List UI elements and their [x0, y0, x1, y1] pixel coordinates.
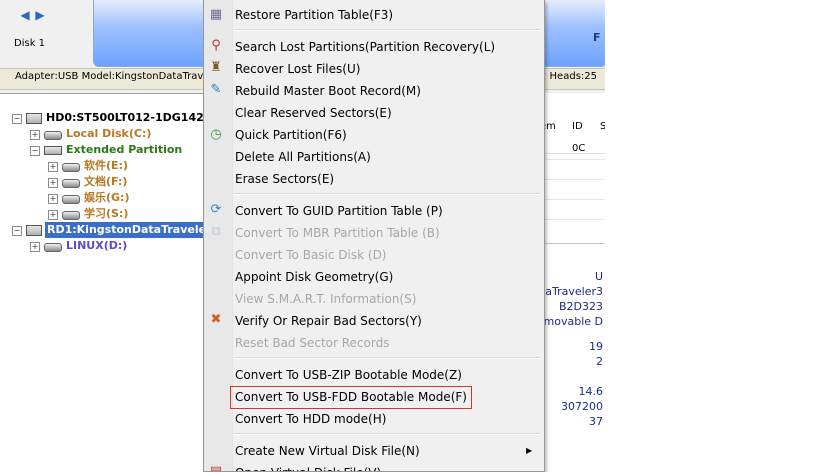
menu-appoint-disk-geometry[interactable]: Appoint Disk Geometry(G) — [235, 267, 393, 287]
annotation-highlight-box — [230, 386, 472, 409]
quick-partition-icon: ◷ — [210, 127, 222, 142]
grid-line — [540, 179, 605, 180]
menu-separator — [234, 29, 540, 31]
hard-disk-icon — [26, 113, 42, 124]
menu-search-lost-partitions[interactable]: Search Lost Partitions(Partition Recover… — [235, 37, 495, 57]
menu-separator — [234, 357, 540, 359]
menu-convert-usb-zip[interactable]: Convert To USB-ZIP Bootable Mode(Z) — [235, 365, 462, 385]
expand-toggle[interactable]: + — [48, 162, 58, 172]
partition-icon — [44, 131, 62, 140]
detail-value: 14.6 — [578, 385, 604, 398]
back-arrow-icon[interactable]: ◀ — [20, 9, 30, 21]
collapse-toggle[interactable]: − — [30, 146, 40, 156]
tree-node-partition-s[interactable]: 学习(S:) — [84, 206, 128, 221]
disk-tree: − HD0:ST500LT012-1DG142(4 + Local Disk(C… — [0, 93, 219, 471]
menu-create-virtual-disk[interactable]: Create New Virtual Disk File(N) — [235, 441, 420, 461]
partition-icon — [44, 243, 62, 252]
column-header-id[interactable]: ID — [572, 121, 583, 132]
menu-convert-hdd-mode[interactable]: Convert To HDD mode(H) — [235, 409, 386, 429]
tree-node-rd1[interactable]: RD1:KingstonDataTraveler3 — [47, 222, 219, 237]
detail-value: 2 — [596, 355, 603, 368]
partition-id-value: 0C — [572, 143, 586, 154]
collapse-toggle[interactable]: − — [12, 114, 22, 124]
partition-details-panel: em ID S 0C U aTraveler3 B2D323 movable D… — [540, 93, 605, 471]
expand-toggle[interactable]: + — [48, 178, 58, 188]
menu-rebuild-mbr[interactable]: Rebuild Master Boot Record(M) — [235, 81, 421, 101]
menu-convert-to-mbr[interactable]: Convert To MBR Partition Table (B) — [235, 223, 440, 243]
divider — [540, 243, 605, 244]
detail-value: B2D323 — [558, 300, 603, 313]
menu-separator — [234, 193, 540, 195]
collapse-toggle[interactable]: − — [12, 226, 22, 236]
expand-toggle[interactable]: + — [30, 130, 40, 140]
disk-label: Disk 1 — [14, 38, 46, 49]
tools-icon: ✖ — [210, 312, 222, 327]
forward-arrow-icon[interactable]: ▶ — [35, 9, 45, 21]
expand-toggle[interactable]: + — [48, 210, 58, 220]
extended-partition-icon — [44, 146, 62, 155]
menu-separator — [234, 433, 540, 435]
column-header-s[interactable]: S — [600, 121, 605, 132]
grid-line — [540, 199, 605, 200]
menu-delete-all-partitions[interactable]: Delete All Partitions(A) — [235, 147, 371, 167]
partition-icon — [62, 211, 80, 220]
menu-reset-bad-sector-records[interactable]: Reset Bad Sector Records — [235, 333, 389, 353]
expand-toggle[interactable]: + — [30, 242, 40, 252]
expand-toggle[interactable]: + — [48, 194, 58, 204]
mbr-icon: ✎ — [210, 82, 222, 97]
grid-line — [540, 219, 605, 220]
detail-value: 19 — [589, 340, 603, 353]
menu-recover-lost-files[interactable]: Recover Lost Files(U) — [235, 59, 360, 79]
removable-disk-icon — [26, 225, 42, 236]
menu-restore-partition-table[interactable]: Restore Partition Table(F3) — [235, 5, 393, 25]
detail-value: 307200 — [561, 400, 603, 413]
tree-node-extended-partition[interactable]: Extended Partition — [66, 142, 182, 157]
disk-info-heads: 2 Heads:25 — [540, 71, 597, 82]
tree-node-local-disk-c[interactable]: Local Disk(C:) — [66, 126, 151, 141]
detail-value: aTraveler3 — [545, 285, 603, 298]
restore-icon: ▦ — [209, 7, 223, 22]
disk-bar-label: F — [593, 31, 601, 44]
convert-disabled-icon: ⧉ — [211, 224, 221, 239]
tree-node-partition-e[interactable]: 软件(E:) — [84, 158, 128, 173]
menu-quick-partition[interactable]: Quick Partition(F6) — [235, 125, 347, 145]
disk-info-text: Adapter:USB Model:KingstonDataTrave — [15, 71, 210, 82]
convert-icon: ⟳ — [210, 202, 222, 217]
menu-convert-to-basic-disk[interactable]: Convert To Basic Disk (D) — [235, 245, 387, 265]
grid-line — [540, 159, 605, 160]
detail-value: 37 — [589, 415, 603, 428]
tree-node-linux-d[interactable]: LINUX(D:) — [66, 238, 127, 253]
recover-icon: ♜ — [210, 60, 222, 75]
partition-icon — [62, 195, 80, 204]
partition-icon — [62, 163, 80, 172]
tree-node-partition-g[interactable]: 娱乐(G:) — [84, 190, 129, 205]
menu-verify-repair-bad-sectors[interactable]: Verify Or Repair Bad Sectors(Y) — [235, 311, 422, 331]
detail-value: U — [594, 270, 603, 283]
partition-icon — [62, 179, 80, 188]
submenu-arrow-icon: ▶ — [526, 446, 533, 455]
menu-view-smart-info[interactable]: View S.M.A.R.T. Information(S) — [235, 289, 416, 309]
tree-node-hd0[interactable]: HD0:ST500LT012-1DG142(4 — [46, 110, 216, 125]
menu-clear-reserved-sectors[interactable]: Clear Reserved Sectors(E) — [235, 103, 392, 123]
detail-value: movable D — [543, 315, 603, 328]
menu-convert-to-gpt[interactable]: Convert To GUID Partition Table (P) — [235, 201, 443, 221]
tree-node-partition-f[interactable]: 文档(F:) — [84, 174, 127, 189]
menu-erase-sectors[interactable]: Erase Sectors(E) — [235, 169, 334, 189]
search-icon: ⚲ — [211, 38, 221, 53]
